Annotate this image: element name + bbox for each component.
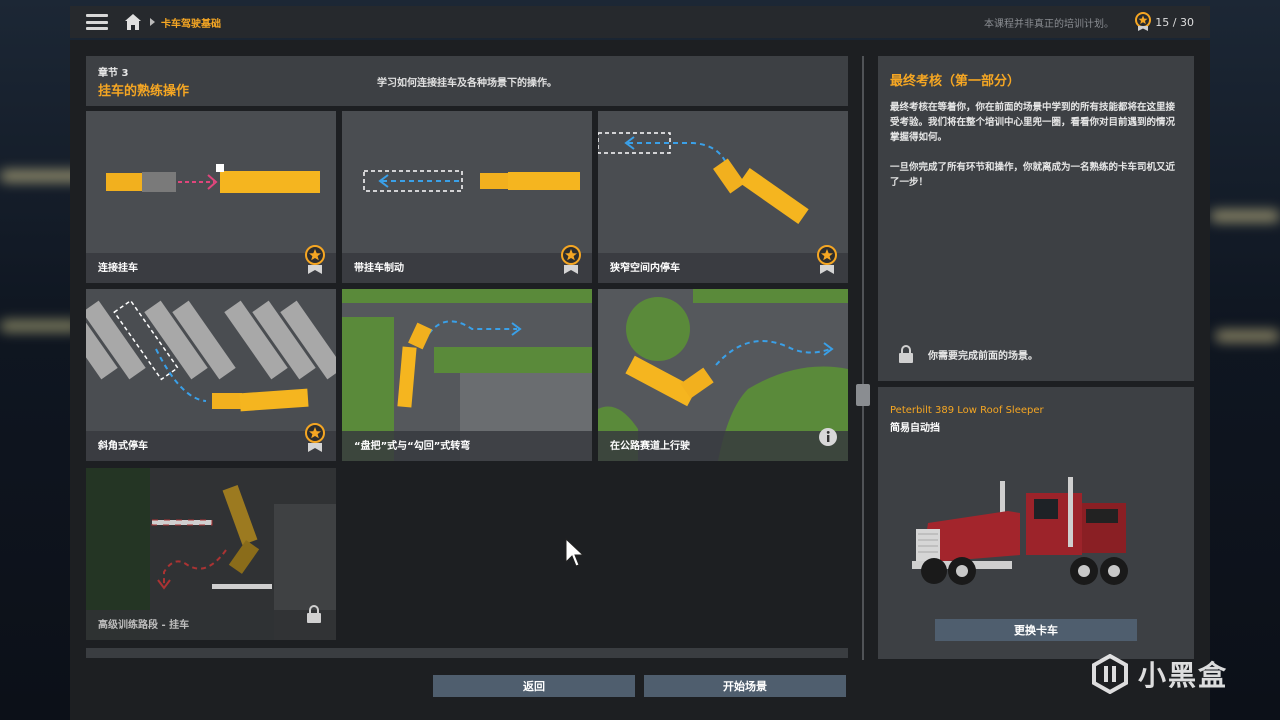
final-exam-panel: 最终考核（第一部分） 最终考核在等着你，你在前面的场景中学到的所有技能都将在这里… [878,56,1194,381]
scenario-tile-road-circuit[interactable]: 在公路赛道上行驶 [598,289,848,461]
scenario-tile-angle-parking[interactable]: 斜角式停车 [86,289,336,461]
final-exam-title: 最终考核（第一部分） [890,74,1021,89]
tile-label: 连接挂车 [98,263,138,274]
truck-image [912,477,1128,585]
horizontal-scrollbar[interactable] [86,648,848,658]
tile-label: 在公路赛道上行驶 [610,441,690,452]
change-truck-button[interactable]: 更换卡车 [935,619,1137,641]
chapter-description: 学习如何连接挂车及各种场景下的操作。 [377,78,557,89]
truck-transmission: 简易自动挡 [890,423,940,434]
breadcrumb[interactable]: 卡车驾驶基础 [161,15,221,30]
lock-icon [899,345,913,363]
truck-name: Peterbilt 389 Low Roof Sleeper [890,405,1044,416]
home-icon[interactable] [124,13,142,31]
bg-light-streak [1215,330,1280,342]
final-exam-paragraph: 一旦你完成了所有环节和操作，你就离成为一名熟练的卡车司机又近了一步！ [890,162,1176,188]
medal-icon [817,245,837,274]
watermark-text: 小黑盒 [1138,659,1229,692]
scrollbar-track[interactable] [862,56,864,660]
scenario-tile-braking[interactable]: 带挂车制动 [342,111,592,283]
final-exam-paragraph: 最终考核在等着你，你在前面的场景中学到的所有技能都将在这里接受考验。我们将在整个… [890,102,1176,143]
info-icon[interactable] [818,427,838,447]
final-exam-description: 最终考核在等着你，你在前面的场景中学到的所有技能都将在这里接受考验。我们将在整个… [890,100,1184,190]
truck-panel: Peterbilt 389 Low Roof Sleeper 简易自动挡 更换卡… [878,387,1194,659]
watermark: 小黑盒 [1090,654,1228,694]
lock-notice-text: 你需要完成前面的场景。 [928,350,1038,362]
scenario-tile-advanced[interactable]: 高级训练路段 - 挂车 [86,468,336,640]
tile-label: 带挂车制动 [354,263,404,274]
chapter-header: 章节 3 挂车的熟练操作 学习如何连接挂车及各种场景下的操作。 [86,56,848,106]
main-window: 章节 3 挂车的熟练操作 学习如何连接挂车及各种场景下的操作。 连接挂车 带挂车… [70,40,1210,720]
progress-count: 15 / 30 [1155,15,1194,29]
course-note: 本课程并非真正的培训计划。 [984,18,1114,30]
mouse-cursor-icon [565,538,585,567]
top-bar: 卡车驾驶基础 本课程并非真正的培训计划。 15 / 30 [70,6,1210,38]
medal-icon [561,245,581,274]
watermark-logo-icon [1092,654,1128,694]
tile-label: 狭窄空间内停车 [610,263,680,274]
tile-label: 斜角式停车 [98,441,148,452]
scenario-tile-coupling[interactable]: 连接挂车 [86,111,336,283]
start-scenario-button[interactable]: 开始场景 [644,675,846,697]
final-exam-lock-notice: 你需要完成前面的场景。 [898,344,1038,364]
medal-icon [305,245,325,274]
lock-icon [307,605,321,623]
scenario-tile-turning[interactable]: “盘把”式与“勾回”式转弯 [342,289,592,461]
medal-icon [1135,12,1151,31]
scrollbar-thumb[interactable] [856,384,870,406]
tile-label: “盘把”式与“勾回”式转弯 [354,441,471,452]
tile-label: 高级训练路段 - 挂车 [98,620,190,631]
breadcrumb-arrow-icon [150,18,155,26]
bg-light-streak [1210,210,1280,222]
medal-icon [305,423,325,452]
bg-light-streak [0,320,80,332]
scenario-tile-tight-parking[interactable]: 狭窄空间内停车 [598,111,848,283]
back-button[interactable]: 返回 [433,675,635,697]
menu-icon[interactable] [86,14,108,30]
